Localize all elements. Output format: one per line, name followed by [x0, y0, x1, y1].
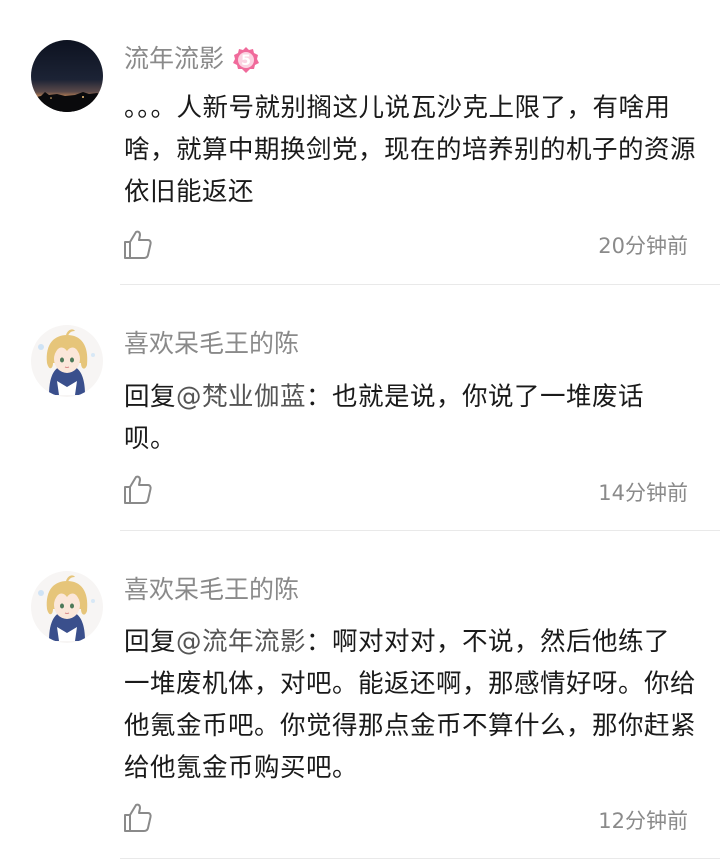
comment-time: 14分钟前 [598, 481, 688, 505]
comment-text: 回复@梵业伽蓝：也就是说，你说了一堆废话呗。 [124, 376, 696, 460]
thumbs-up-icon [124, 230, 152, 259]
user-avatar[interactable] [31, 40, 103, 112]
like-button[interactable] [121, 228, 155, 262]
comment-text: 。。。人新号就别搁这儿说瓦沙克上限了，有啥用啥，就算中期换剑党，现在的培养别的机… [124, 93, 697, 207]
comment-item: 喜欢呆毛王的陈 回复@梵业伽蓝：也就是说，你说了一堆废话呗。 14分钟前 [0, 285, 720, 530]
level-badge-icon: 5 [232, 46, 260, 74]
thumbs-up-icon [124, 475, 152, 504]
reply-label: 回复 [124, 627, 177, 657]
comment-item: 喜欢呆毛王的陈 回复@流年流影：啊对对对，不说，然后他练了一堆废机体，对吧。能返… [0, 531, 720, 865]
comment-time: 20分钟前 [598, 234, 688, 258]
user-avatar[interactable] [31, 571, 103, 643]
divider [120, 858, 720, 859]
mention-link[interactable]: @流年流影 [176, 627, 306, 657]
like-button[interactable] [121, 801, 155, 835]
comment-text: 回复@流年流影：啊对对对，不说，然后他练了一堆废机体，对吧。能返还啊，那感情好呀… [124, 621, 696, 789]
username[interactable]: 喜欢呆毛王的陈 [124, 328, 299, 360]
username-text[interactable]: 流年流影 [124, 44, 224, 73]
user-avatar[interactable] [31, 325, 103, 397]
mention-link[interactable]: @梵业伽蓝 [176, 382, 306, 412]
comment-time: 12分钟前 [598, 809, 688, 833]
svg-text:5: 5 [241, 53, 251, 69]
like-button[interactable] [121, 473, 155, 507]
thumbs-up-icon [124, 803, 152, 832]
username[interactable]: 喜欢呆毛王的陈 [124, 574, 299, 606]
comment-item: 流年流影 5 。。。人新号就别搁这儿说瓦沙克上限了，有啥用啥，就算中期换剑党，现在… [0, 0, 720, 285]
reply-label: 回复 [124, 382, 177, 412]
username[interactable]: 流年流影 5 [124, 43, 260, 75]
